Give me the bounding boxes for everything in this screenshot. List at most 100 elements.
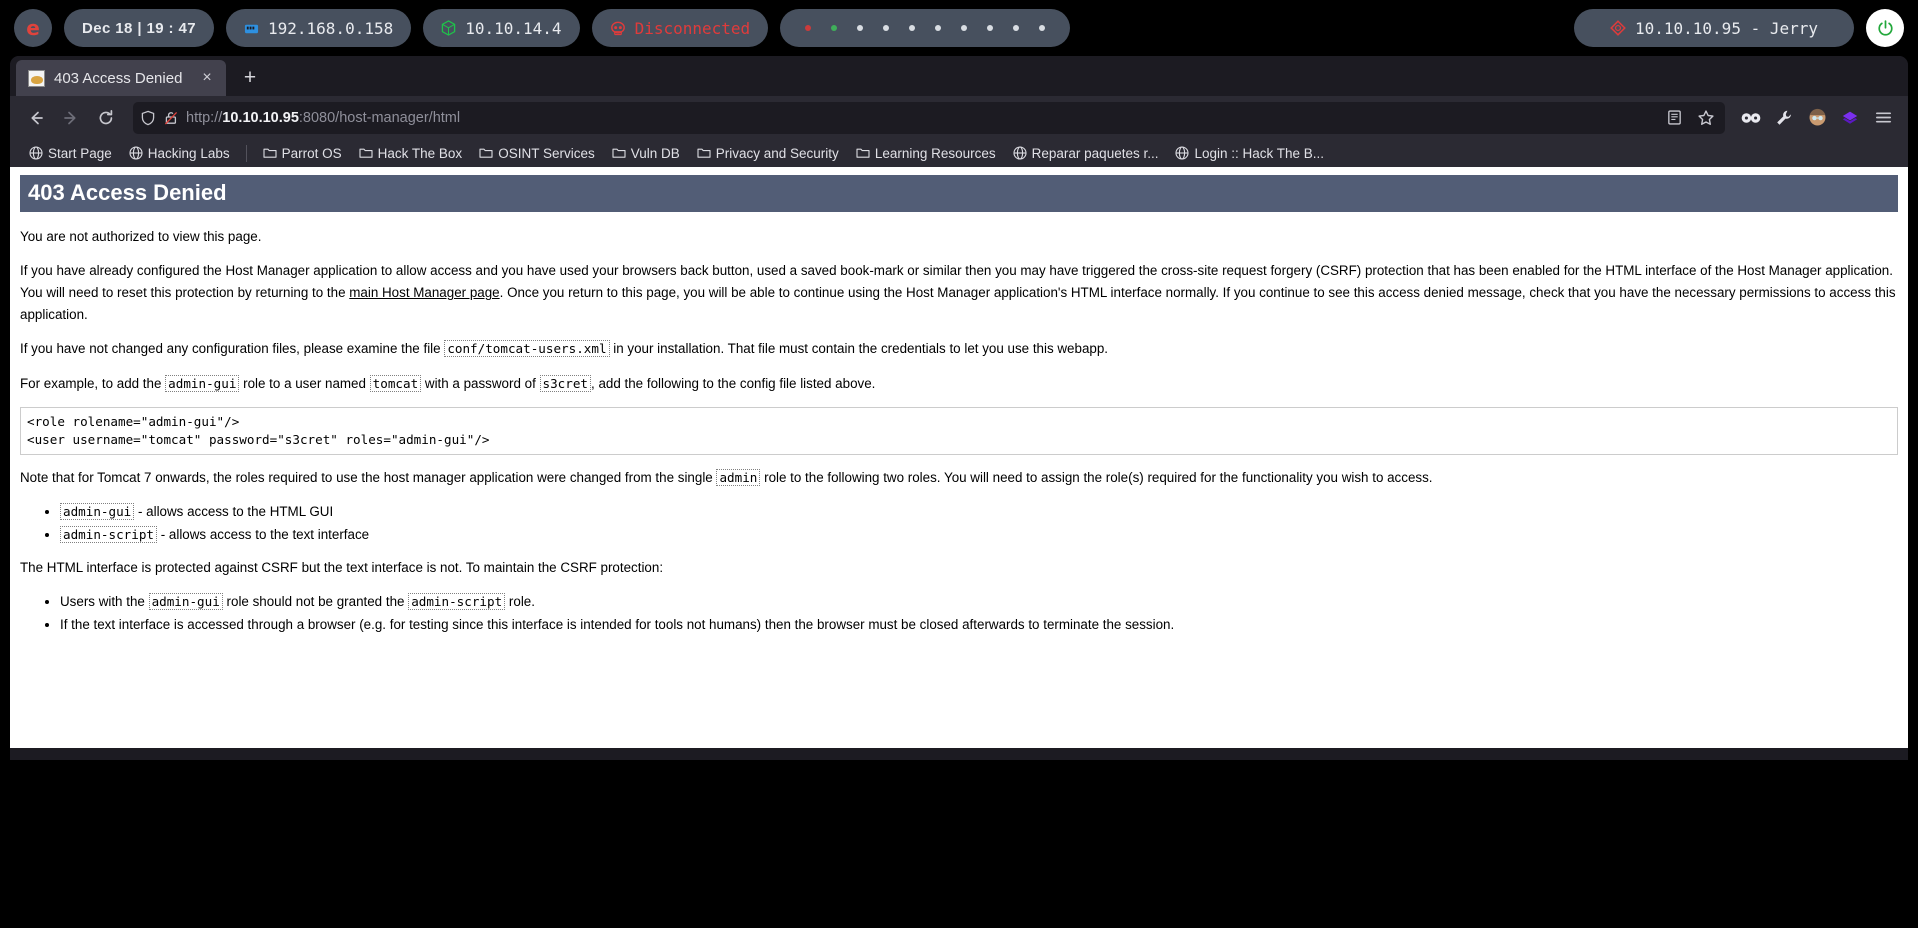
list-item: admin-gui - allows access to the HTML GU… <box>60 501 1898 522</box>
power-button[interactable] <box>1866 9 1904 47</box>
workspace-dot[interactable] <box>883 25 890 31</box>
folder-icon <box>612 147 626 159</box>
csrf-protection-paragraph: The HTML interface is protected against … <box>20 560 664 576</box>
parrot-logo-button[interactable]: e <box>14 9 52 47</box>
clock-label: Dec 18 | 19 : 47 <box>82 19 196 37</box>
tomcat7-text-part2: role to the following two roles. You wil… <box>760 470 1433 486</box>
admin-role-code: admin <box>716 469 761 487</box>
bookmark-folder-hack-the-box[interactable]: Hack The Box <box>352 143 470 164</box>
tomcat-user-code: tomcat <box>369 374 422 392</box>
window-bottom-edge <box>10 748 1908 760</box>
workspace-dot[interactable] <box>857 25 864 31</box>
list-item: Users with the admin-gui role should not… <box>60 591 1898 612</box>
workspace-dot[interactable] <box>987 25 994 31</box>
target-host-pill[interactable]: 10.10.10.95 - Jerry <box>1574 9 1854 47</box>
forward-arrow-icon[interactable] <box>55 102 87 134</box>
xml-config-code-block: <role rolename="admin-gui"/> <user usern… <box>20 406 1898 456</box>
shield-icon[interactable] <box>140 110 156 126</box>
target-host-label: 10.10.10.95 - Jerry <box>1634 18 1819 38</box>
lan-ip-pill[interactable]: 192.168.0.158 <box>226 9 412 47</box>
main-host-manager-link[interactable]: main Host Manager page <box>349 285 499 300</box>
tomcat7-text-part1: Note that for Tomcat 7 onwards, the role… <box>20 470 717 486</box>
skull-icon <box>610 21 626 36</box>
example-text-part1: For example, to add the <box>20 375 166 391</box>
folder-icon <box>263 147 277 159</box>
reader-view-icon[interactable] <box>1659 103 1689 133</box>
role-description: - allows access to the text interface <box>157 526 370 542</box>
example-text-part3: with a password of <box>421 375 540 391</box>
workspace-dot[interactable] <box>1013 25 1020 31</box>
reload-icon[interactable] <box>90 102 122 134</box>
page-viewport: 403 Access Denied You are not authorized… <box>10 167 1908 748</box>
list-item: If the text interface is accessed throug… <box>60 614 1898 635</box>
parrot-logo-icon: e <box>26 16 40 40</box>
workspace-dot[interactable] <box>805 25 812 31</box>
close-tab-button[interactable]: × <box>196 67 218 89</box>
csrf-item-pre: Users with the <box>60 594 149 610</box>
wrench-icon[interactable] <box>1769 103 1799 133</box>
bookmark-folder-parrot-os[interactable]: Parrot OS <box>256 143 349 164</box>
url-text[interactable]: http://10.10.10.95:8080/host-manager/htm… <box>186 110 460 126</box>
bookmark-start-page[interactable]: Start Page <box>22 143 119 164</box>
urlbar-actions <box>1659 102 1721 134</box>
globe-icon <box>1175 146 1190 160</box>
bookmark-label: Reparar paquetes r... <box>1031 145 1159 161</box>
vpn-ip-label: 10.10.14.4 <box>465 18 562 38</box>
bookmark-login-hack-the-box[interactable]: Login :: Hack The B... <box>1168 143 1331 164</box>
lan-ip-label: 192.168.0.158 <box>268 18 394 38</box>
csrf-explanation-paragraph: If you have already configured the Host … <box>20 260 1898 326</box>
account-avatar-icon[interactable] <box>1802 103 1832 133</box>
bookmarks-separator <box>245 144 247 162</box>
bookmark-label: Hacking Labs <box>147 145 230 161</box>
lock-broken-icon[interactable] <box>163 110 179 126</box>
s3cret-password-code: s3cret <box>539 374 592 392</box>
container-diamond-icon[interactable] <box>1835 103 1865 133</box>
vpn-ip-pill[interactable]: 10.10.14.4 <box>423 9 580 47</box>
bookmark-star-icon[interactable] <box>1691 103 1721 133</box>
workspace-dot[interactable] <box>961 25 968 31</box>
browser-tab[interactable]: 403 Access Denied × <box>16 60 226 96</box>
os-top-bar: e Dec 18 | 19 : 47 192.168.0.158 10.10.1… <box>0 0 1918 56</box>
firefox-window: 403 Access Denied × + http://10.10.10.95… <box>10 56 1908 748</box>
infinity-icon[interactable] <box>1736 103 1766 133</box>
url-bar[interactable]: http://10.10.10.95:8080/host-manager/htm… <box>133 101 1725 134</box>
bookmark-label: Start Page <box>48 145 112 161</box>
vpn-status-pill[interactable]: Disconnected <box>591 9 769 47</box>
admin-gui-code: admin-gui <box>165 374 240 392</box>
folder-icon <box>697 147 711 159</box>
bookmark-folder-learning-resources[interactable]: Learning Resources <box>849 143 1003 164</box>
globe-icon <box>29 146 43 160</box>
hamburger-menu-icon[interactable] <box>1868 103 1898 133</box>
new-tab-button[interactable]: + <box>234 62 266 94</box>
bookmark-label: Parrot OS <box>281 145 342 161</box>
csrf-guidelines-list: Users with the admin-gui role should not… <box>20 591 1898 635</box>
back-arrow-icon[interactable] <box>20 102 52 134</box>
workspace-dot[interactable] <box>1039 25 1046 31</box>
clock-pill[interactable]: Dec 18 | 19 : 47 <box>64 9 214 47</box>
roles-list: admin-gui - allows access to the HTML GU… <box>20 501 1898 545</box>
admin-script-role-code: admin-script <box>60 525 157 543</box>
page-title: 403 Access Denied <box>20 175 1898 212</box>
example-role-paragraph: For example, to add the admin-gui role t… <box>20 373 1898 395</box>
workspace-dot[interactable] <box>909 25 916 31</box>
bookmark-folder-privacy-and-security[interactable]: Privacy and Security <box>690 143 846 164</box>
tomcat-users-xml-code: conf/tomcat-users.xml <box>444 340 610 358</box>
bookmark-folder-vuln-db[interactable]: Vuln DB <box>605 143 687 164</box>
bookmark-label: Hack The Box <box>377 145 463 161</box>
csrf-item-pre: If the text interface is accessed throug… <box>60 616 1175 632</box>
admin-gui-role-code: admin-gui <box>60 503 135 521</box>
globe-icon <box>1013 146 1027 160</box>
folder-icon <box>359 147 373 159</box>
workspace-switcher[interactable] <box>780 9 1071 47</box>
bookmarks-bar: Start Page Hacking Labs Parrot OS Hack T… <box>10 139 1908 167</box>
bookmark-folder-osint-services[interactable]: OSINT Services <box>472 143 602 164</box>
config-text-part1: If you have not changed any configuratio… <box>20 341 445 357</box>
bookmark-reparar-paquetes[interactable]: Reparar paquetes r... <box>1006 143 1166 164</box>
bookmark-hacking-labs[interactable]: Hacking Labs <box>122 143 237 164</box>
tab-title: 403 Access Denied <box>54 69 183 87</box>
bookmark-label: Learning Resources <box>874 145 996 161</box>
power-icon <box>1876 19 1895 38</box>
workspace-dot[interactable] <box>831 25 838 31</box>
workspace-dot[interactable] <box>935 25 942 31</box>
admin-gui-code: admin-gui <box>148 593 223 611</box>
